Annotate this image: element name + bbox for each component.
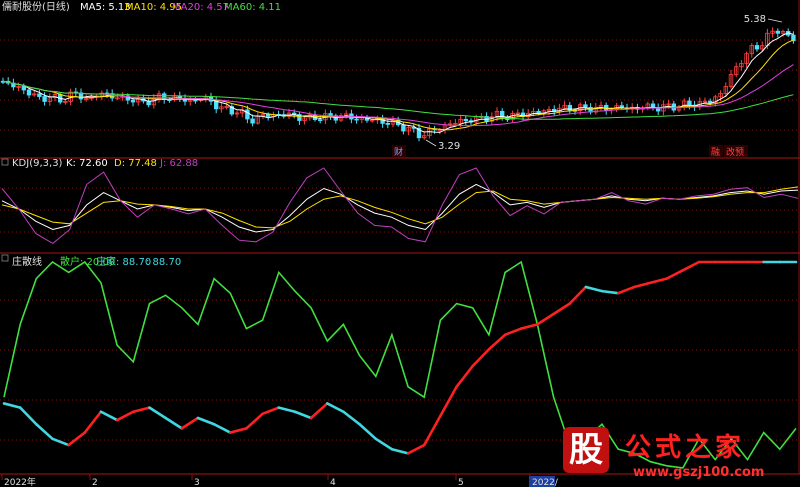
dealer-label: 庄家: 88.70 <box>96 255 151 268</box>
dealer-segment <box>406 443 426 455</box>
dealer-segment <box>568 285 588 305</box>
dealer-segment <box>115 410 135 422</box>
dealer-panel-title: 庄散线 <box>12 255 42 268</box>
x-tick-label: 5 <box>458 478 464 487</box>
candle <box>130 99 136 103</box>
candle <box>317 119 323 122</box>
candle <box>245 109 250 120</box>
kdj-d-label: D: 77.48 <box>114 158 157 169</box>
dealer-segment <box>164 416 184 430</box>
watermark-logo: 股 <box>563 427 609 473</box>
candle <box>385 122 390 125</box>
candle <box>583 104 588 108</box>
dealer-segment <box>439 385 458 418</box>
x-tick-label: 3 <box>194 478 200 487</box>
candle <box>754 45 760 50</box>
dealer-segment <box>83 410 103 434</box>
dealer-segment <box>455 364 475 389</box>
dealer-segment <box>309 402 329 420</box>
dealer-segment <box>358 422 378 441</box>
panel-toggle-box <box>1 158 9 166</box>
candle <box>775 30 780 34</box>
event-marker: 改预 <box>726 146 744 158</box>
candle <box>26 89 32 96</box>
dealer-segment <box>277 406 297 414</box>
dealer-segment <box>616 285 636 295</box>
ma60-line <box>2 80 794 120</box>
dealer-segment <box>374 437 394 451</box>
ma10-line <box>2 39 794 131</box>
dealer-extra-label: : 88.70 <box>146 257 181 268</box>
candle <box>193 99 198 102</box>
dealer-segment <box>228 427 248 434</box>
main-panel-title: 儒耐股份(日线) <box>2 0 70 13</box>
dealer-segment <box>536 312 555 326</box>
dealer-segment <box>633 281 652 289</box>
dealer-segment <box>471 348 491 368</box>
candle <box>463 118 468 122</box>
stock-chart[interactable]: 儒耐股份(日线) MA5: 5.13MA10: 4.95MA20: 4.57MA6… <box>0 0 800 487</box>
dealer-segment <box>35 422 54 441</box>
candlestick-series <box>0 27 796 142</box>
x-tick-label: 4 <box>330 478 336 487</box>
x-tick-label: 2 <box>92 478 98 487</box>
candle <box>250 118 255 124</box>
dealer-segment <box>600 289 620 295</box>
dealer-segment <box>148 406 167 420</box>
dealer-segment <box>681 260 701 272</box>
dealer-segment <box>293 410 313 420</box>
candle <box>328 113 333 117</box>
low-price-label: 3.29 <box>438 141 460 152</box>
dealer-segment <box>196 416 216 426</box>
dealer-segment <box>665 269 685 280</box>
dealer-segment <box>584 285 604 293</box>
candle <box>401 124 406 132</box>
kdj-k-label: K: 72.60 <box>66 158 108 169</box>
dealer-segment <box>99 410 119 422</box>
ma-legend-label: MA5: 5.13 <box>80 2 131 13</box>
watermark-url: www.gszj100.com <box>633 465 765 480</box>
high-pointer <box>767 18 783 23</box>
ma-legend-label: MA60: 4.11 <box>224 2 281 13</box>
panel-toggle-box <box>1 254 9 262</box>
dealer-segment <box>390 447 410 455</box>
dealer-segment <box>67 431 87 447</box>
dealer-segment <box>325 402 345 414</box>
event-marker: 融 <box>711 147 720 158</box>
kdj-panel-title: KDJ(9,3,3) <box>12 158 63 169</box>
ma-legend-label: MA20: 4.57 <box>172 2 229 13</box>
dealer-segment <box>212 422 232 434</box>
candle <box>213 100 219 110</box>
candle <box>42 96 47 102</box>
candle <box>21 86 26 91</box>
dealer-segment <box>245 412 264 430</box>
dealer-segment <box>342 410 361 426</box>
high-price-label: 5.38 <box>744 14 766 25</box>
candle <box>708 100 713 103</box>
dealer-segment <box>487 333 507 351</box>
candle <box>37 93 42 97</box>
candle <box>687 100 692 106</box>
dealer-segment <box>180 416 200 430</box>
ma20-line <box>2 64 794 127</box>
dealer-segment <box>2 402 22 409</box>
dealer-segment <box>649 277 668 285</box>
kdj-k-line <box>1 183 799 233</box>
watermark-title: 公式之家 <box>625 433 746 463</box>
event-marker: 财 <box>394 146 403 158</box>
x-tick-label: 2022年 <box>4 476 36 487</box>
dealer-segment <box>18 406 38 426</box>
kdj-j-label: J: 62.88 <box>159 158 198 169</box>
watermark: 股 公式之家 www.gszj100.com <box>555 425 800 487</box>
dealer-segment <box>261 406 281 416</box>
dealer-segment <box>519 323 539 330</box>
dealer-segment <box>503 327 523 337</box>
dealer-segment <box>422 414 442 447</box>
dealer-segment <box>132 406 151 414</box>
dealer-segment <box>552 302 572 316</box>
low-pointer <box>425 139 437 147</box>
candle <box>354 118 359 121</box>
